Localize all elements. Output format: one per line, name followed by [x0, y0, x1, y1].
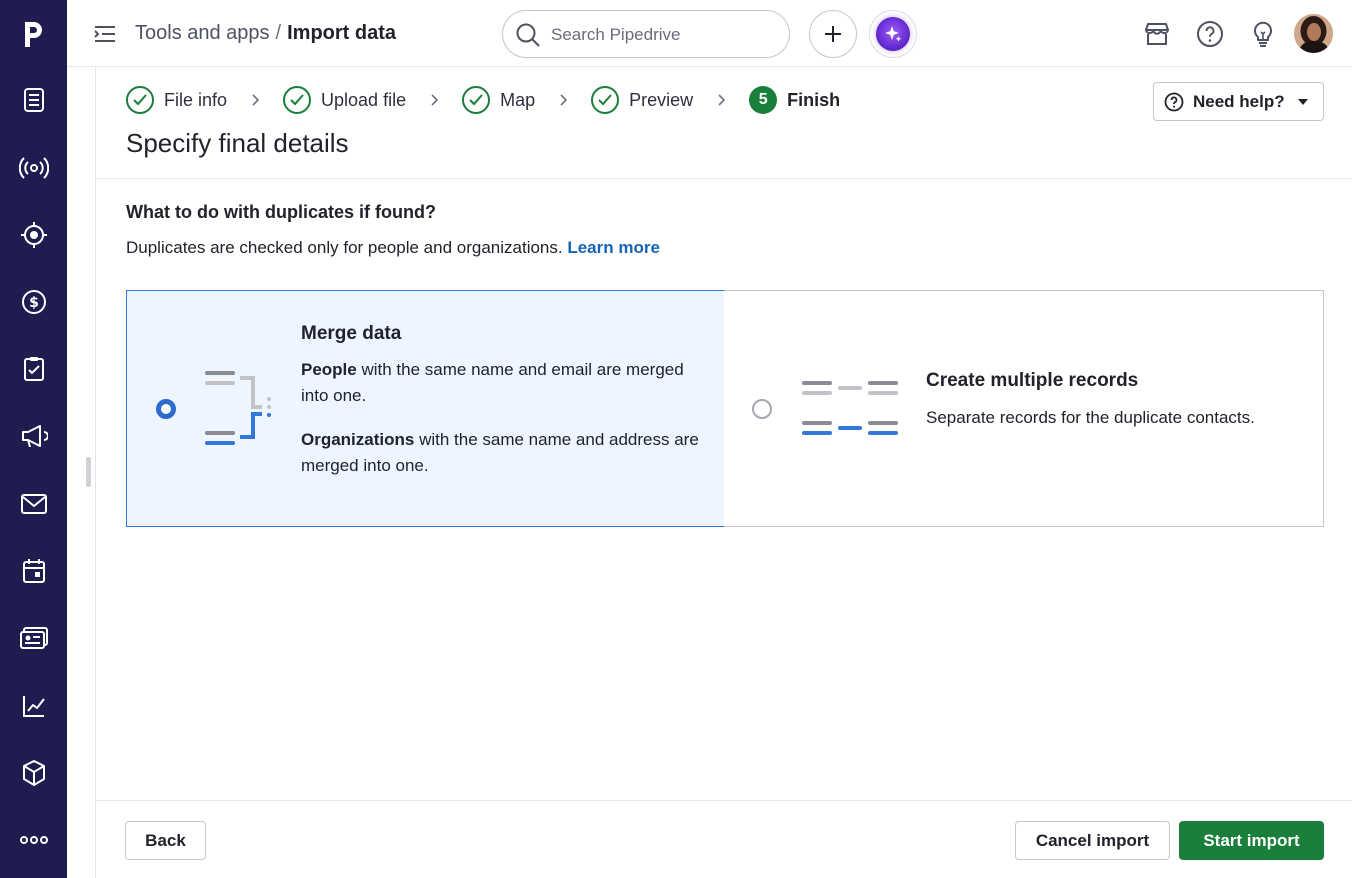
contacts-card-icon[interactable] [0, 613, 67, 663]
help-question-icon[interactable] [1194, 18, 1226, 50]
tips-lightbulb-icon[interactable] [1247, 18, 1279, 50]
leads-icon[interactable] [0, 75, 67, 125]
create-multiple-records-option[interactable]: Create multiple records Separate records… [724, 290, 1324, 527]
step-label: Finish [787, 89, 841, 110]
products-box-icon[interactable] [0, 748, 67, 798]
deals-dollar-icon[interactable]: $ [0, 277, 67, 327]
user-avatar[interactable] [1294, 14, 1333, 53]
step-label: File info [164, 89, 228, 110]
checkmark-icon [126, 86, 154, 114]
quick-add-button[interactable] [809, 10, 857, 58]
step-map: Map [462, 86, 535, 114]
import-main-panel: File info Upload file Map Preview 5 Fini… [95, 68, 1352, 878]
create-multiple-records-radio[interactable] [752, 399, 772, 419]
sparkle-icon [876, 17, 910, 51]
panel-resize-handle[interactable] [86, 457, 91, 487]
help-question-icon [1164, 92, 1184, 111]
back-button[interactable]: Back [125, 821, 206, 860]
people-description: with the same name and email are merged … [301, 360, 684, 405]
activities-clipboard-icon[interactable] [0, 344, 67, 394]
search-icon [516, 23, 540, 47]
pipedrive-logo-icon [24, 21, 42, 47]
marketing-megaphone-icon[interactable] [0, 411, 67, 461]
ai-assistant-button[interactable] [869, 10, 917, 58]
step-finish: 5 Finish [749, 86, 840, 114]
need-help-button[interactable]: Need help? [1153, 82, 1324, 121]
cancel-import-button[interactable]: Cancel import [1015, 821, 1170, 860]
page-title: Specify final details [126, 128, 349, 158]
svg-text:$: $ [29, 295, 39, 311]
chevron-right-icon [251, 94, 260, 106]
need-help-label: Need help? [1193, 91, 1285, 111]
insights-chart-icon[interactable] [0, 681, 67, 731]
breadcrumb-parent[interactable]: Tools and apps [135, 22, 270, 44]
step-upload-file: Upload file [283, 86, 406, 114]
duplicates-question: What to do with duplicates if found? [126, 202, 436, 222]
sidebar-toggle-icon[interactable] [91, 21, 119, 47]
step-label: Map [500, 89, 536, 110]
step-number-badge: 5 [749, 86, 778, 114]
create-multiple-records-title: Create multiple records [926, 370, 1139, 391]
checkmark-icon [462, 86, 491, 114]
import-stepper: File info Upload file Map Preview 5 Fini… [126, 85, 840, 115]
multiple-records-illustration-icon [802, 381, 898, 435]
merge-data-radio[interactable] [156, 399, 176, 419]
calendar-icon[interactable] [0, 546, 67, 596]
breadcrumb-separator: / [275, 22, 282, 44]
step-preview: Preview [591, 86, 693, 114]
chevron-right-icon [430, 94, 439, 106]
marketplace-store-icon[interactable] [1141, 18, 1173, 50]
merge-data-title: Merge data [301, 323, 402, 344]
learn-more-link[interactable]: Learn more [567, 238, 660, 257]
create-multiple-records-text: Separate records for the duplicate conta… [926, 408, 1255, 427]
mail-icon[interactable] [0, 479, 67, 529]
step-label: Preview [629, 89, 694, 110]
chevron-right-icon [559, 94, 568, 106]
plus-icon [825, 26, 841, 42]
target-icon[interactable] [0, 210, 67, 260]
step-file-info: File info [126, 86, 227, 114]
caret-down-icon [1297, 98, 1308, 105]
organizations-bold-label: Organizations [301, 430, 415, 449]
merge-data-option[interactable]: Merge data People with the same name and… [126, 290, 725, 527]
top-bar: Tools and apps / Import data [67, 0, 1352, 67]
merge-illustration-icon [205, 371, 271, 445]
left-nav-rail: $ [0, 0, 67, 878]
checkmark-icon [591, 86, 620, 114]
breadcrumb: Tools and apps / Import data [135, 20, 396, 46]
more-dots-icon[interactable] [0, 815, 67, 865]
import-footer: Back Cancel import Start import [96, 800, 1352, 878]
search-box[interactable] [502, 10, 790, 58]
people-bold-label: People [301, 360, 357, 379]
pipedrive-logo[interactable] [0, 0, 67, 67]
chevron-right-icon [717, 94, 726, 106]
merge-orgs-text: Organizations with the same name and add… [301, 427, 701, 479]
duplicates-description-text: Duplicates are checked only for people a… [126, 238, 563, 257]
checkmark-icon [283, 86, 312, 114]
search-input[interactable] [551, 23, 771, 47]
duplicates-description: Duplicates are checked only for people a… [126, 238, 660, 258]
step-label: Upload file [321, 89, 407, 110]
header-divider [96, 178, 1352, 179]
start-import-button[interactable]: Start import [1179, 821, 1324, 860]
merge-people-text: People with the same name and email are … [301, 357, 701, 409]
campaigns-broadcast-icon[interactable] [0, 143, 67, 193]
breadcrumb-current: Import data [287, 22, 397, 44]
